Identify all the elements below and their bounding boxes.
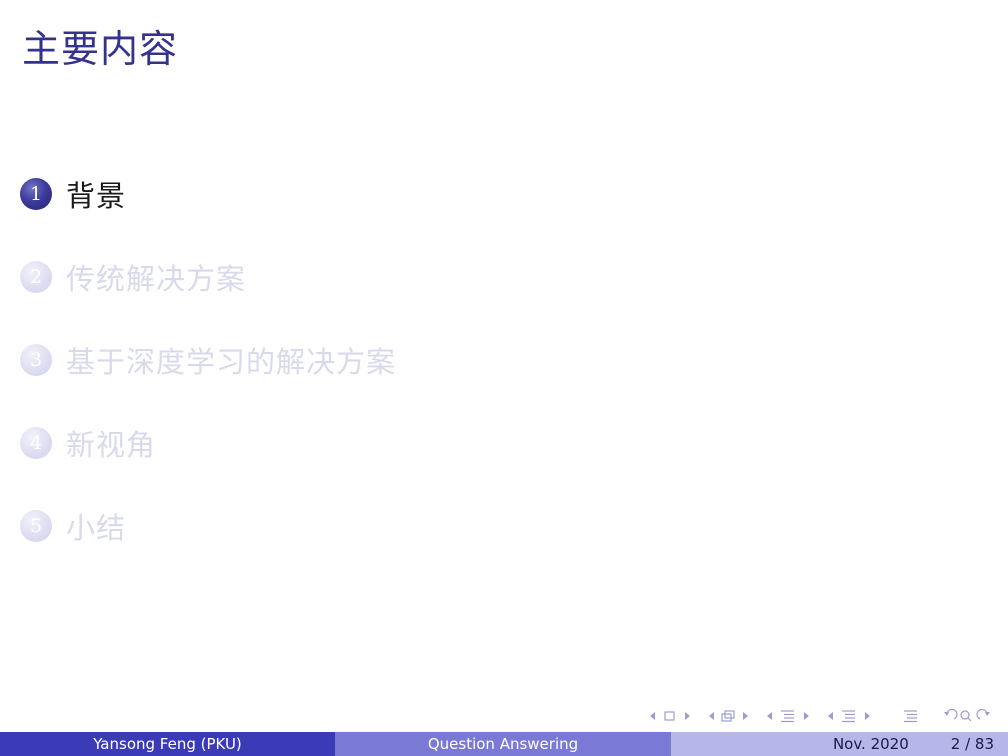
toc-item-label: 传统解决方案 xyxy=(66,262,247,296)
forward-icon[interactable] xyxy=(976,708,990,720)
toc-number-badge: 4 xyxy=(20,427,52,459)
subsection-icon[interactable] xyxy=(842,710,855,723)
section-icon[interactable] xyxy=(781,710,794,723)
footer-talk-title: Question Answering xyxy=(335,732,671,756)
toc-number-badge: 5 xyxy=(20,510,52,542)
toc-item-4[interactable]: 4 新视角 xyxy=(20,423,620,463)
toc-number-badge: 2 xyxy=(20,261,52,293)
toc-item-label: 新视角 xyxy=(66,428,157,462)
footer-right-panel: Nov. 2020 2 / 83 xyxy=(671,732,1008,756)
frame-icon[interactable] xyxy=(664,711,675,721)
slide-title: 主要内容 xyxy=(22,27,179,71)
back-icon[interactable] xyxy=(944,708,958,720)
page-number: 2 / 83 xyxy=(950,735,994,753)
toc-number-badge: 3 xyxy=(20,344,52,376)
subsection-prev-icon[interactable] xyxy=(828,712,833,720)
footer-date: Nov. 2020 xyxy=(832,735,909,753)
slide-footer: Yansong Feng (PKU) Question Answering No… xyxy=(0,732,1008,756)
search-icon[interactable] xyxy=(960,710,972,722)
appendix-icon[interactable] xyxy=(904,710,917,723)
subsection-next-icon[interactable] xyxy=(743,712,748,720)
frame-prev-icon[interactable] xyxy=(650,712,655,720)
frame-next-icon[interactable] xyxy=(685,712,690,720)
footer-author: Yansong Feng (PKU) xyxy=(0,732,335,756)
toc-item-label: 背景 xyxy=(66,179,127,213)
subsection-next-icon[interactable] xyxy=(865,712,870,720)
toc-item-5[interactable]: 5 小结 xyxy=(20,506,620,546)
toc-item-label: 基于深度学习的解决方案 xyxy=(66,345,397,379)
toc-item-2[interactable]: 2 传统解决方案 xyxy=(20,257,620,297)
beamer-navigation-bar xyxy=(648,707,993,725)
toc-item-label: 小结 xyxy=(66,511,127,545)
navigation-symbols xyxy=(650,708,990,723)
subsection-prev-icon[interactable] xyxy=(709,712,714,720)
toc-item-1[interactable]: 1 背景 xyxy=(20,174,620,214)
subsection-icon[interactable] xyxy=(721,710,735,722)
section-prev-icon[interactable] xyxy=(767,712,772,720)
toc-number-badge: 1 xyxy=(20,178,52,210)
section-next-icon[interactable] xyxy=(804,712,809,720)
toc-item-3[interactable]: 3 基于深度学习的解决方案 xyxy=(20,340,620,380)
